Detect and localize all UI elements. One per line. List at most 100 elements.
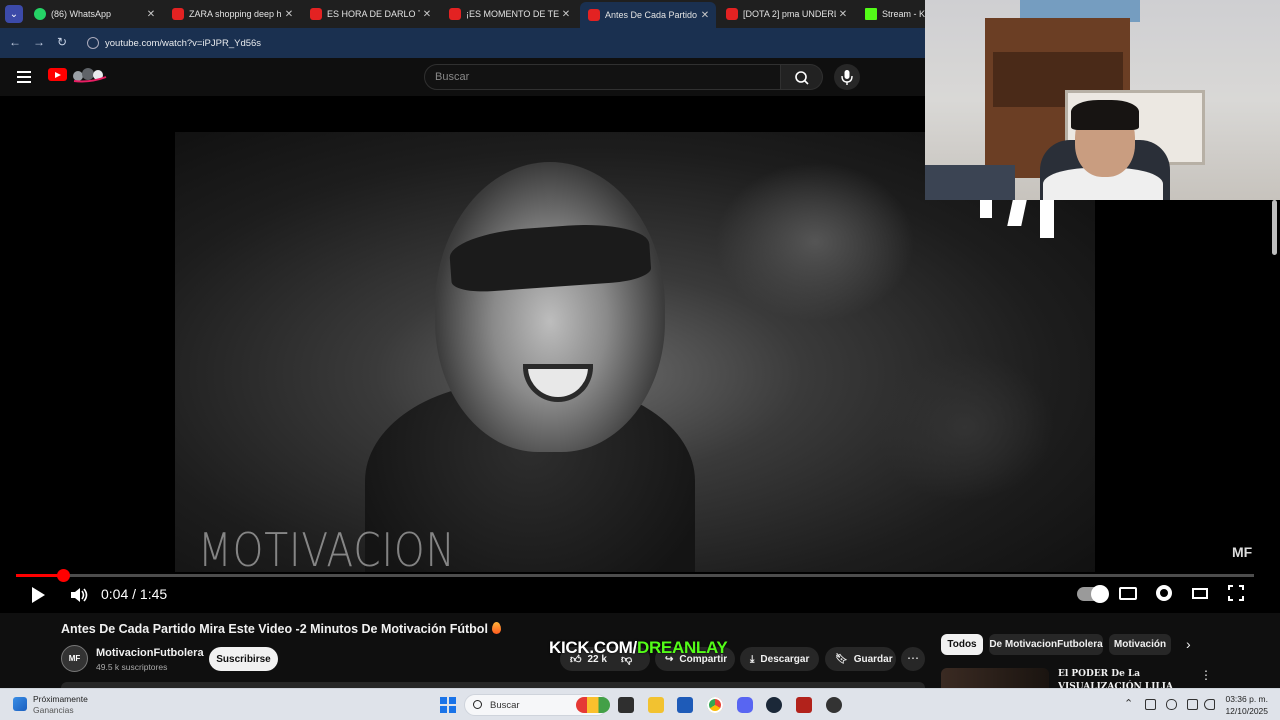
menu-icon[interactable] bbox=[17, 71, 31, 83]
chip-all[interactable]: Todos bbox=[941, 634, 983, 655]
youtube-icon bbox=[172, 8, 184, 20]
play-icon[interactable] bbox=[32, 587, 45, 603]
tab-title: ZARA shopping deep hou bbox=[189, 9, 282, 19]
fullscreen-icon[interactable] bbox=[1228, 585, 1244, 601]
gear-icon[interactable] bbox=[1156, 585, 1172, 601]
download-label: Descargar bbox=[760, 653, 810, 665]
close-icon[interactable]: ✕ bbox=[144, 9, 158, 20]
save-label: Guardar bbox=[853, 653, 893, 665]
youtube-icon bbox=[449, 8, 461, 20]
search-input[interactable]: Buscar bbox=[424, 64, 781, 90]
taskbar-search-label: Buscar bbox=[490, 700, 520, 711]
voice-search-button[interactable] bbox=[834, 64, 860, 90]
kick-stream-overlay: KICK.COM/DREANLAY bbox=[549, 638, 728, 657]
widget-subtitle[interactable]: Ganancias bbox=[33, 705, 74, 715]
subscriber-count: 49.5 k suscriptores bbox=[96, 662, 168, 672]
kick-icon bbox=[865, 8, 877, 20]
tab-es-hora[interactable]: ES HORA DE DARLO TOD ✕ bbox=[302, 2, 438, 26]
close-icon[interactable]: ✕ bbox=[420, 9, 434, 20]
tab-title: ES HORA DE DARLO TOD bbox=[327, 9, 420, 19]
chevron-up-icon[interactable]: ⌃ bbox=[1124, 697, 1133, 710]
speaker-icon[interactable] bbox=[1204, 699, 1215, 710]
video-watermark-text: MOTIVACION bbox=[198, 523, 456, 577]
dota-icon[interactable] bbox=[796, 697, 812, 713]
search-button[interactable] bbox=[781, 64, 823, 90]
download-button[interactable]: ⤓ Descargar bbox=[740, 647, 819, 671]
microphone-icon[interactable] bbox=[1166, 699, 1177, 710]
tab-whatsapp[interactable]: (86) WhatsApp ✕ bbox=[26, 2, 162, 26]
kebab-menu-icon[interactable]: ⋮ bbox=[1200, 668, 1212, 682]
tab-zara[interactable]: ZARA shopping deep hou ✕ bbox=[164, 2, 300, 26]
close-icon[interactable]: ✕ bbox=[836, 9, 850, 20]
theater-mode-icon[interactable] bbox=[1192, 588, 1208, 599]
channel-name[interactable]: MotivacionFutbolera bbox=[96, 647, 204, 659]
channel-corner-logo: MF bbox=[1232, 544, 1253, 560]
subtitles-icon[interactable] bbox=[1119, 587, 1137, 600]
task-view-icon[interactable] bbox=[618, 697, 634, 713]
obs-icon[interactable] bbox=[826, 697, 842, 713]
windows-taskbar: Próximamente Ganancias Buscar ⌃ 03:36 p.… bbox=[0, 688, 1280, 720]
clock-date[interactable]: 12/10/2025 bbox=[1222, 706, 1268, 716]
bookmark-icon: 🔖︎ bbox=[835, 653, 848, 665]
reload-icon[interactable]: ↻ bbox=[57, 35, 67, 49]
url-text: youtube.com/watch?v=iPJPR_Yd56s bbox=[105, 37, 262, 49]
back-arrow-icon[interactable]: ← bbox=[9, 35, 21, 49]
steam-icon[interactable] bbox=[766, 697, 782, 713]
recommendation-title[interactable]: El PODER De La VISUALIZACIÓN LILIA bbox=[1058, 668, 1178, 688]
search-icon bbox=[473, 700, 482, 709]
network-off-icon[interactable] bbox=[1145, 699, 1156, 710]
address-bar-row: ← → ↻ youtube.com/watch?v=iPJPR_Yd56s bbox=[0, 28, 925, 58]
youtube-icon bbox=[726, 8, 738, 20]
fire-icon bbox=[491, 622, 501, 634]
clock-time[interactable]: 03:36 p. m. bbox=[1222, 694, 1268, 704]
tab-title: Stream - Kick bbox=[882, 9, 925, 19]
windows-start-icon[interactable] bbox=[440, 697, 456, 713]
tab-title: [DOTA 2] pma UNDERLOR bbox=[743, 9, 836, 19]
scrollbar-thumb[interactable] bbox=[1272, 200, 1277, 255]
download-icon: ⤓ bbox=[750, 653, 755, 665]
chrome-icon[interactable] bbox=[707, 697, 723, 713]
youtube-icon bbox=[588, 9, 600, 21]
widget-title[interactable]: Próximamente bbox=[33, 694, 88, 704]
forward-arrow-icon[interactable]: → bbox=[33, 35, 45, 49]
subscribe-button[interactable]: Suscribirse bbox=[209, 647, 278, 671]
channel-avatar[interactable]: MF bbox=[61, 645, 88, 672]
search-highlight-icon[interactable] bbox=[576, 697, 610, 713]
more-actions-icon[interactable]: ⋯ bbox=[901, 647, 925, 671]
glitch-artifact bbox=[1040, 200, 1054, 238]
volume-icon[interactable] bbox=[70, 587, 88, 603]
tab-title: ¡ES MOMENTO DE TENER bbox=[466, 9, 559, 19]
tab-es-momento[interactable]: ¡ES MOMENTO DE TENER ✕ bbox=[441, 2, 577, 26]
tab-kick-stream[interactable]: Stream - Kick bbox=[857, 2, 925, 26]
tab-search-dropdown-icon[interactable]: ⌄ bbox=[5, 5, 23, 23]
discord-icon[interactable] bbox=[737, 697, 753, 713]
store-icon[interactable] bbox=[677, 697, 693, 713]
tab-dota[interactable]: [DOTA 2] pma UNDERLOR ✕ bbox=[718, 2, 854, 26]
display-icon[interactable] bbox=[1187, 699, 1198, 710]
widget-chart-icon[interactable] bbox=[13, 697, 27, 711]
site-settings-icon[interactable] bbox=[87, 37, 99, 49]
glitch-artifact bbox=[980, 200, 992, 218]
microphone-icon bbox=[841, 70, 853, 85]
tab-title: (86) WhatsApp bbox=[51, 9, 112, 19]
file-explorer-icon[interactable] bbox=[648, 697, 664, 713]
youtube-header: Buscar bbox=[0, 58, 925, 96]
chip-channel[interactable]: De MotivacionFutbolera bbox=[989, 634, 1103, 655]
streamer-webcam-overlay bbox=[925, 0, 1280, 200]
autoplay-toggle[interactable] bbox=[1077, 585, 1109, 603]
youtube-logo-icon[interactable] bbox=[48, 68, 67, 81]
chevron-right-icon[interactable]: › bbox=[1186, 636, 1191, 652]
youtube-doodle-icon[interactable] bbox=[70, 67, 108, 83]
chip-motivation[interactable]: Motivación bbox=[1109, 634, 1171, 655]
progress-scrubber-handle[interactable] bbox=[57, 569, 71, 582]
close-icon[interactable]: ✕ bbox=[559, 9, 573, 20]
close-icon[interactable]: ✕ bbox=[698, 10, 712, 21]
close-icon[interactable]: ✕ bbox=[282, 9, 296, 20]
tab-antes-de-cada-partido[interactable]: Antes De Cada Partido M ✕ bbox=[580, 2, 716, 28]
save-button[interactable]: 🔖︎ Guardar bbox=[825, 647, 896, 671]
progress-bar[interactable] bbox=[16, 569, 1254, 582]
search-icon bbox=[795, 71, 809, 85]
url-bar[interactable]: youtube.com/watch?v=iPJPR_Yd56s bbox=[80, 32, 925, 54]
recommendation-thumbnail[interactable] bbox=[941, 668, 1049, 688]
youtube-icon bbox=[310, 8, 322, 20]
